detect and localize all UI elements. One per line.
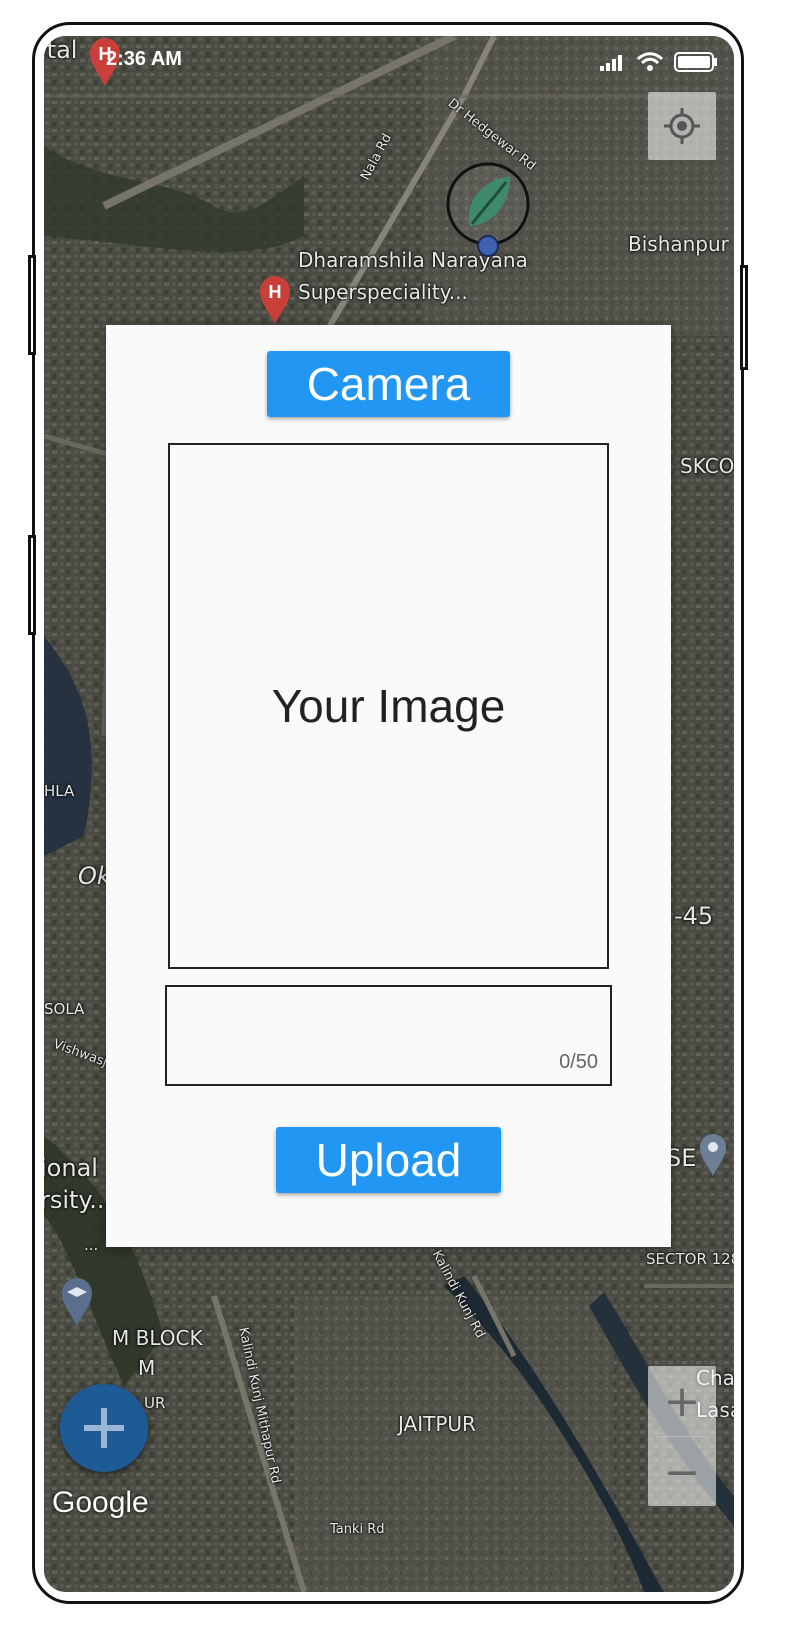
svg-text:H: H [269, 282, 282, 302]
status-time: 2:36 AM [106, 48, 182, 70]
zoom-in-button[interactable]: + [648, 1366, 716, 1436]
upload-button[interactable]: Upload [276, 1127, 501, 1193]
image-placeholder-text: Your Image [271, 680, 506, 732]
google-logo: Google [52, 1486, 149, 1519]
add-icon [84, 1408, 124, 1448]
map-label: ital [44, 36, 78, 64]
map-label: SOLA [44, 1000, 85, 1018]
zoom-control: + − [648, 1366, 716, 1506]
phone-side-button [28, 535, 36, 635]
my-location-button[interactable] [648, 92, 716, 160]
character-counter: 0/50 [559, 1051, 598, 1073]
map-label: SECTOR 128 [646, 1250, 734, 1268]
phone-side-button [28, 255, 36, 355]
leaf-marker-icon[interactable] [444, 160, 536, 260]
school-pin-icon[interactable] [60, 1276, 94, 1328]
signal-icon [600, 55, 622, 71]
map-label: rsity... [44, 1186, 113, 1214]
add-button[interactable] [60, 1384, 148, 1472]
battery-icon [674, 52, 717, 72]
caption-input[interactable] [177, 997, 600, 1025]
map-label: SKCON [680, 454, 734, 478]
map-label: HLA [44, 782, 75, 800]
place-pin-icon[interactable] [698, 1132, 728, 1178]
camera-button[interactable]: Camera [267, 351, 510, 417]
map-label: ... [84, 1236, 99, 1254]
image-preview: Your Image [168, 443, 609, 969]
hospital-pin-icon[interactable]: H [258, 274, 292, 326]
my-location-icon [664, 108, 700, 144]
map-label: M [138, 1356, 156, 1380]
map-label: Superspeciality... [298, 280, 468, 304]
upload-dialog: Camera Your Image 0/50 Upload [106, 325, 671, 1247]
phone-side-button [740, 265, 748, 370]
map-label: -45 [674, 902, 714, 930]
map-label: Tanki Rd [330, 1522, 385, 1537]
caption-field[interactable]: 0/50 [165, 985, 612, 1086]
map-label: M BLOCK [112, 1326, 203, 1350]
wifi-icon [636, 52, 664, 71]
map-label: JAITPUR [398, 1412, 476, 1436]
map-label: ional [44, 1154, 98, 1182]
map-label: Bishanpur [628, 232, 729, 256]
status-icons [600, 52, 718, 72]
zoom-out-button[interactable]: − [648, 1437, 716, 1507]
map-label: UR [144, 1394, 166, 1412]
